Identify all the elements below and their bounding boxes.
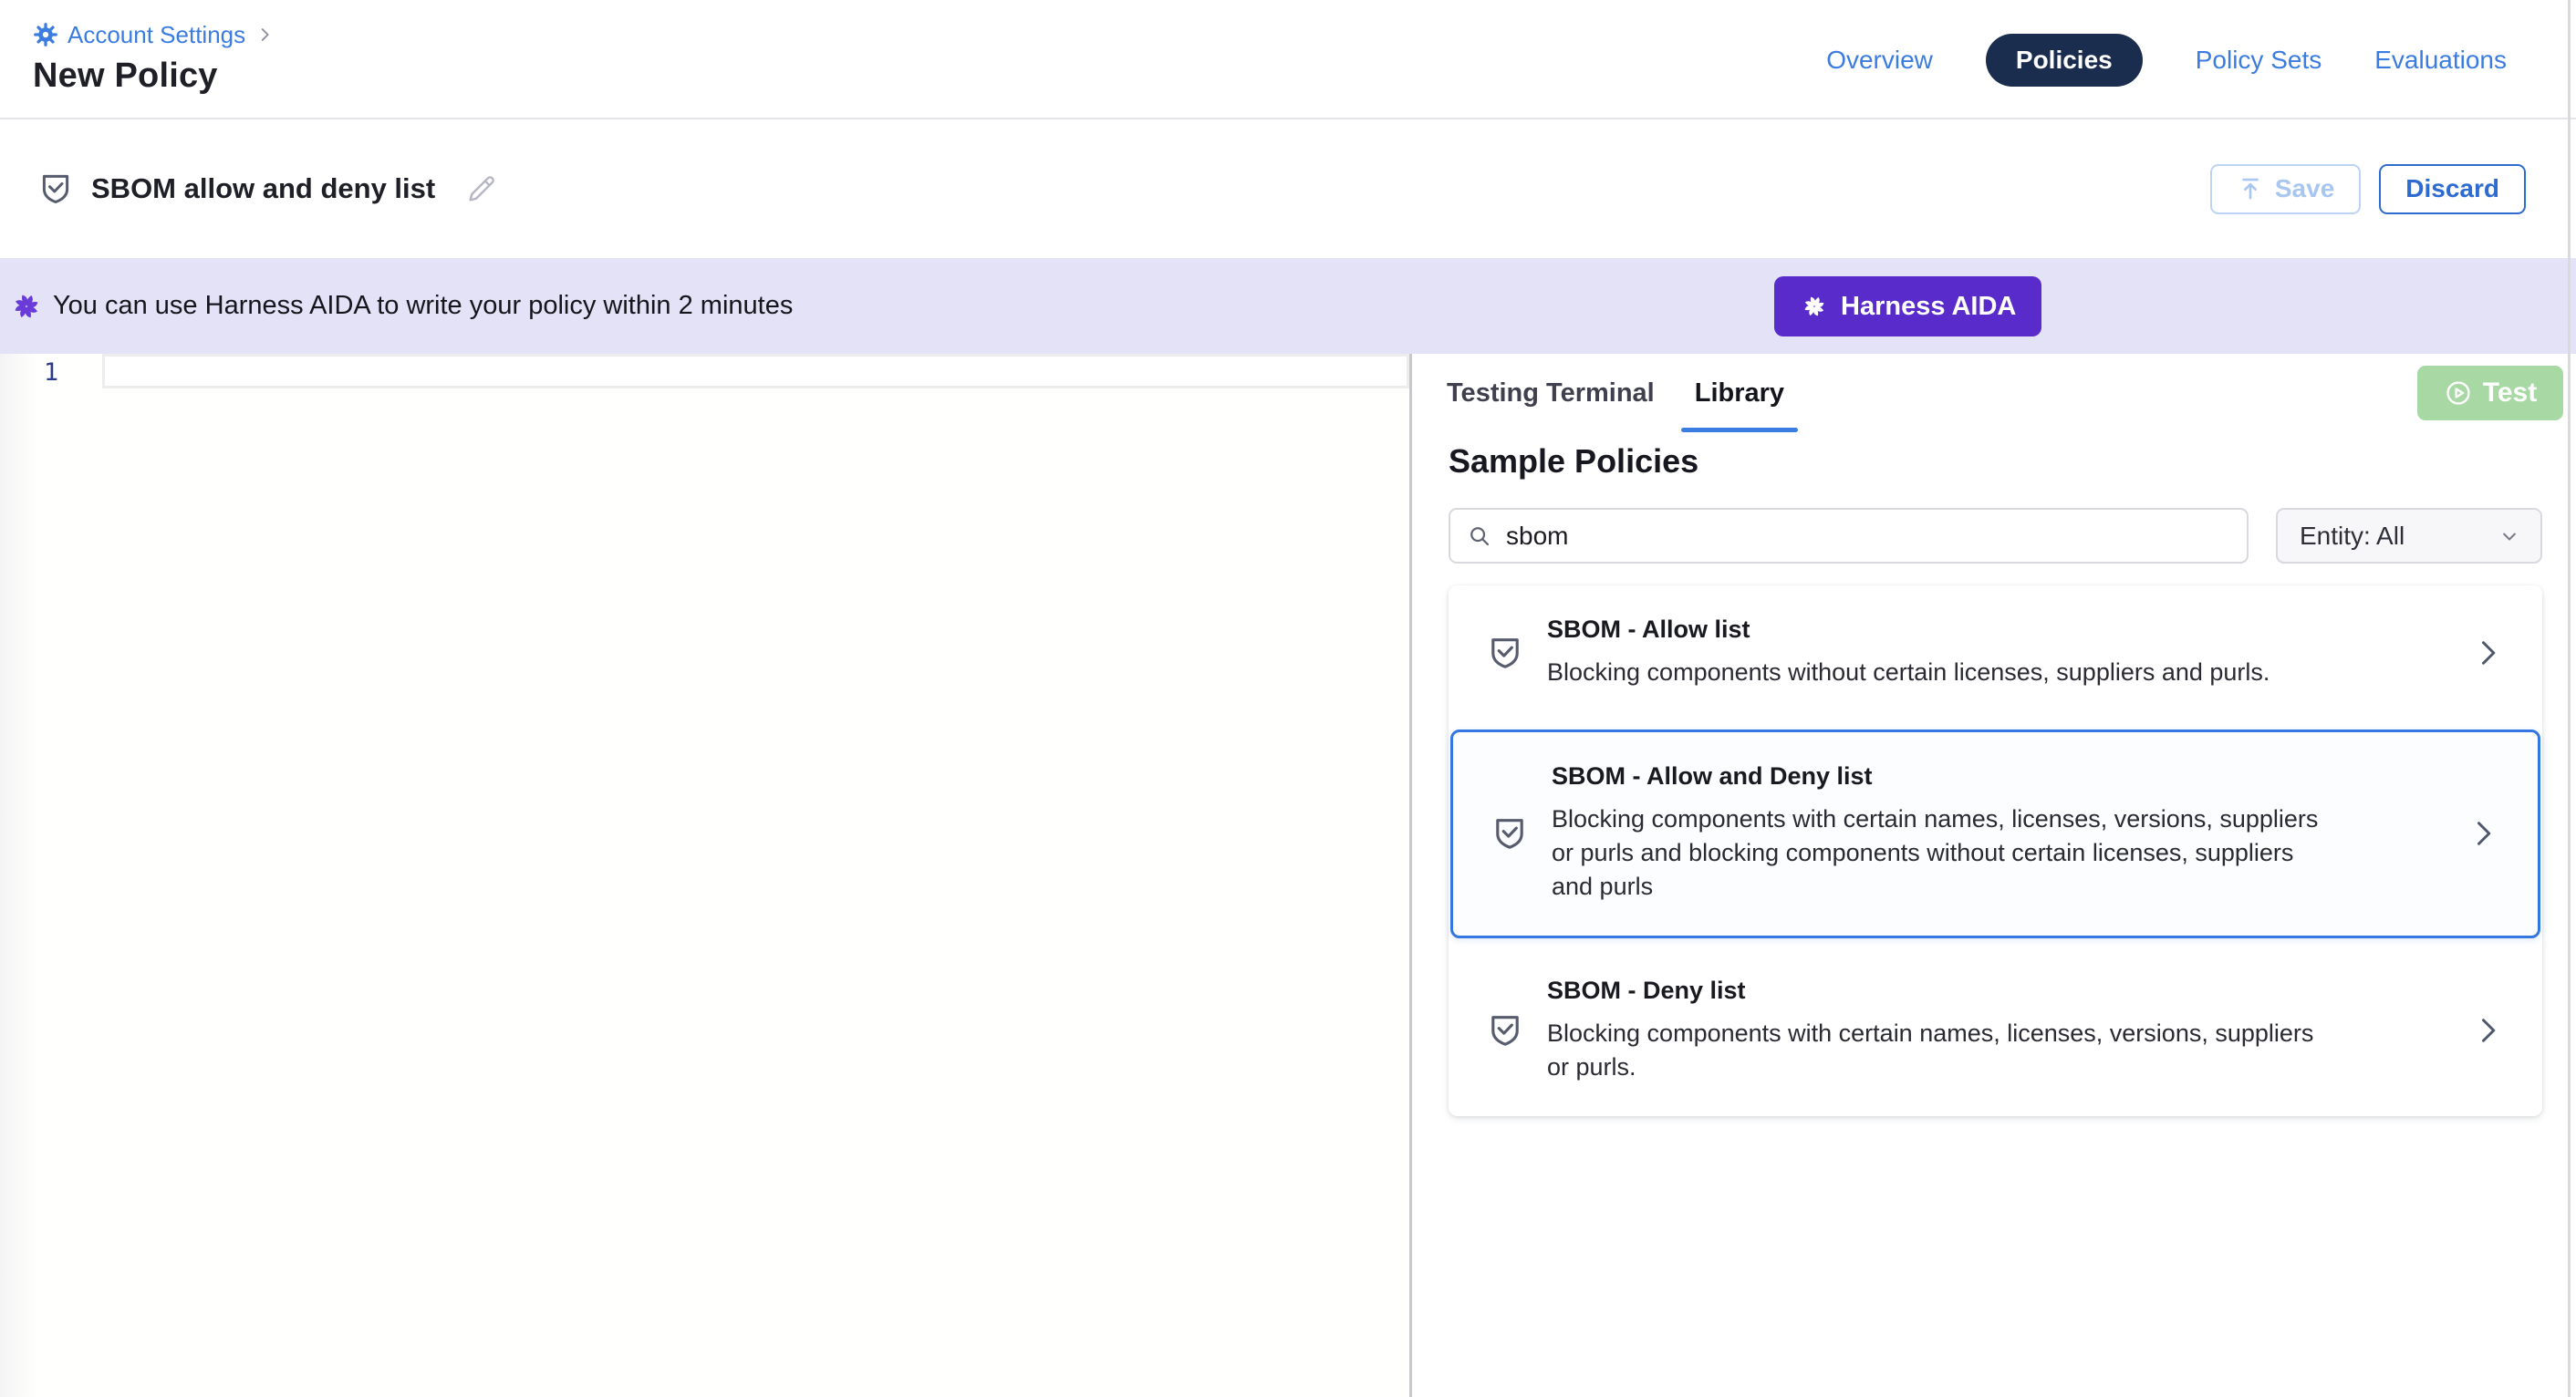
chevron-down-icon: [2497, 523, 2522, 549]
harness-aida-label: Harness AIDA: [1841, 292, 2016, 322]
policy-toolbar: SBOM allow and deny list Save Discard: [0, 119, 2576, 258]
harness-aida-button[interactable]: Harness AIDA: [1774, 276, 2041, 336]
policy-card-description: Blocking components with certain names, …: [1547, 1017, 2322, 1084]
editor-line-number: 1: [0, 358, 102, 387]
discard-button[interactable]: Discard: [2379, 164, 2526, 214]
test-label: Test: [2483, 378, 2537, 409]
nav-policy-sets[interactable]: Policy Sets: [2196, 46, 2322, 75]
policy-card-description: Blocking components without certain lice…: [1547, 656, 2322, 689]
sample-policies-list: SBOM - Allow list Blocking components wi…: [1449, 585, 2542, 1116]
policy-code-editor[interactable]: 1: [0, 354, 1409, 1397]
top-header: Account Settings New Policy Overview Pol…: [0, 0, 2576, 119]
aida-banner-message: You can use Harness AIDA to write your p…: [53, 291, 793, 321]
library-content: Sample Policies Entity: All: [1412, 432, 2576, 1116]
entity-filter-value: Entity: All: [2300, 522, 2405, 551]
shield-check-icon: [36, 170, 75, 208]
shield-check-icon: [1485, 1010, 1525, 1050]
entity-filter-dropdown[interactable]: Entity: All: [2276, 508, 2542, 564]
settings-gear-icon: [33, 22, 58, 47]
policy-name: SBOM allow and deny list: [91, 172, 435, 205]
policy-name-group: SBOM allow and deny list: [36, 170, 499, 208]
nav-overview[interactable]: Overview: [1826, 46, 1933, 75]
shield-check-icon: [1485, 633, 1525, 673]
search-icon: [1466, 523, 1493, 550]
main-split: 1 Testing Terminal Library Test Sample P…: [0, 354, 2576, 1397]
chevron-right-icon: [2469, 636, 2506, 669]
toolbar-actions: Save Discard: [2210, 164, 2526, 214]
discard-label: Discard: [2405, 174, 2499, 203]
policy-card-title: SBOM - Allow and Deny list: [1552, 762, 2437, 791]
policy-card-sbom-allow-and-deny-list[interactable]: SBOM - Allow and Deny list Blocking comp…: [1450, 730, 2540, 938]
tab-testing-terminal[interactable]: Testing Terminal: [1427, 354, 1675, 432]
save-label: Save: [2275, 174, 2334, 203]
filter-row: Entity: All: [1449, 508, 2542, 564]
scrollbar-track[interactable]: [2568, 0, 2571, 1397]
chevron-right-icon: [2469, 1014, 2506, 1047]
policy-card-sbom-allow-list[interactable]: SBOM - Allow list Blocking components wi…: [1449, 585, 2542, 721]
search-box: [1449, 508, 2249, 564]
editor-current-line: [102, 354, 1409, 388]
test-button[interactable]: Test: [2417, 366, 2563, 420]
breadcrumb-chevron-icon: [254, 25, 275, 45]
breadcrumb-account-settings-link[interactable]: Account Settings: [68, 21, 245, 49]
shield-check-icon: [1490, 813, 1530, 854]
sample-policies-heading: Sample Policies: [1449, 442, 2542, 481]
search-input[interactable]: [1506, 522, 2236, 551]
policy-card-title: SBOM - Allow list: [1547, 616, 2442, 644]
nav-evaluations[interactable]: Evaluations: [2374, 46, 2507, 75]
page-root: Account Settings New Policy Overview Pol…: [0, 0, 2576, 1397]
save-button[interactable]: Save: [2210, 164, 2361, 214]
aida-banner: You can use Harness AIDA to write your p…: [0, 258, 2576, 354]
policy-card-description: Blocking components with certain names, …: [1552, 802, 2327, 904]
library-panel: Testing Terminal Library Test Sample Pol…: [1412, 354, 2576, 1397]
aida-flower-icon: [9, 289, 44, 324]
nav-policies[interactable]: Policies: [1986, 34, 2143, 87]
tab-library[interactable]: Library: [1675, 354, 1804, 432]
panel-tabbar: Testing Terminal Library Test: [1412, 354, 2576, 432]
play-icon: [2444, 378, 2473, 408]
edit-pencil-icon[interactable]: [464, 171, 499, 206]
module-nav: Overview Policies Policy Sets Evaluation…: [1826, 0, 2507, 119]
policy-card-title: SBOM - Deny list: [1547, 977, 2442, 1005]
policy-card-sbom-deny-list[interactable]: SBOM - Deny list Blocking components wit…: [1449, 947, 2542, 1116]
chevron-right-icon: [2465, 817, 2501, 850]
